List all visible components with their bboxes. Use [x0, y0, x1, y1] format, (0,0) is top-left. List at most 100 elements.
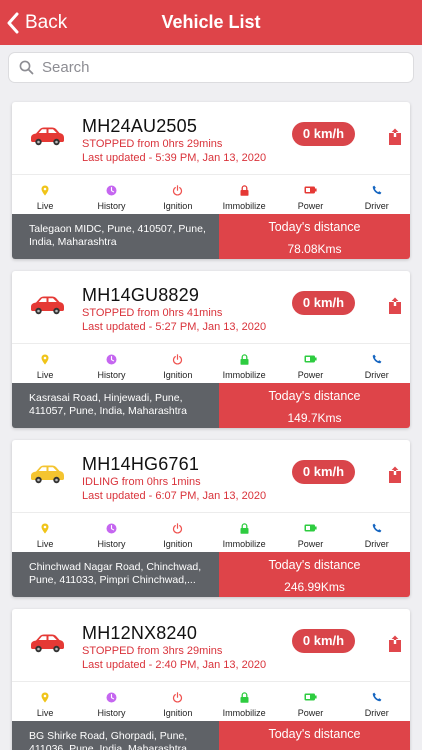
action-label-immobilize: Immobilize: [222, 370, 266, 380]
ignition-button[interactable]: Ignition: [145, 682, 211, 721]
action-label-history: History: [97, 370, 126, 380]
action-bar: Live History Ignition Immobilize Power D…: [12, 174, 410, 214]
lock-icon: [240, 691, 249, 703]
immobilize-button[interactable]: Immobilize: [211, 344, 277, 383]
distance-label: Today's distance: [268, 727, 361, 741]
history-button[interactable]: History: [78, 682, 144, 721]
immobilize-button[interactable]: Immobilize: [211, 513, 277, 552]
driver-button[interactable]: Driver: [344, 513, 410, 552]
action-label-ignition: Ignition: [163, 201, 193, 211]
vehicle-card[interactable]: MH14GU8829 STOPPED from 0hrs 41mins Last…: [12, 271, 410, 428]
history-icon: [106, 353, 117, 365]
distance-value: 78.08Kms: [287, 242, 342, 256]
action-label-immobilize: Immobilize: [222, 539, 266, 549]
action-label-driver: Driver: [364, 370, 389, 380]
location-pin-icon: [41, 184, 49, 196]
battery-icon: [304, 522, 317, 534]
lock-icon: [240, 522, 249, 534]
driver-button[interactable]: Driver: [344, 682, 410, 721]
card-footer: Chinchwad Nagar Road, Chinchwad, Pune, 4…: [12, 552, 410, 597]
distance-label: Today's distance: [268, 558, 361, 572]
history-button[interactable]: History: [78, 175, 144, 214]
car-icon: [31, 465, 64, 484]
last-updated: Last updated - 6:07 PM, Jan 13, 2020: [82, 490, 267, 502]
action-label-power: Power: [297, 370, 324, 380]
action-bar: Live History Ignition Immobilize Power D…: [12, 512, 410, 552]
location-pin-icon: [41, 353, 49, 365]
history-icon: [106, 691, 117, 703]
share-icon[interactable]: [388, 635, 402, 653]
phone-icon: [372, 184, 382, 196]
car-icon: [31, 296, 64, 315]
lock-icon: [240, 353, 249, 365]
action-label-power: Power: [297, 539, 324, 549]
vehicle-card[interactable]: MH14HG6761 IDLING from 0hrs 1mins Last u…: [12, 440, 410, 597]
vehicle-status: STOPPED from 0hrs 29mins: [82, 138, 223, 150]
ignition-power-icon: [172, 522, 183, 534]
vehicle-card[interactable]: MH12NX8240 STOPPED from 3hrs 29mins Last…: [12, 609, 410, 750]
last-updated: Last updated - 5:39 PM, Jan 13, 2020: [82, 152, 267, 164]
driver-button[interactable]: Driver: [344, 175, 410, 214]
vehicle-card[interactable]: MH24AU2505 STOPPED from 0hrs 29mins Last…: [12, 102, 410, 259]
search-icon: [19, 60, 34, 75]
power-button[interactable]: Power: [277, 682, 343, 721]
ignition-button[interactable]: Ignition: [145, 175, 211, 214]
card-footer: BG Shirke Road, Ghorpadi, Pune, 411036, …: [12, 721, 410, 750]
distance-label: Today's distance: [268, 220, 361, 234]
speed-badge: 0 km/h: [292, 291, 355, 315]
history-icon: [106, 184, 117, 196]
action-label-ignition: Ignition: [163, 708, 193, 718]
history-button[interactable]: History: [78, 513, 144, 552]
vehicle-list: MH24AU2505 STOPPED from 0hrs 29mins Last…: [12, 102, 410, 750]
action-label-ignition: Ignition: [163, 370, 193, 380]
immobilize-button[interactable]: Immobilize: [211, 175, 277, 214]
ignition-power-icon: [172, 691, 183, 703]
search-bar: [0, 45, 422, 90]
power-button[interactable]: Power: [277, 344, 343, 383]
share-icon[interactable]: [388, 297, 402, 315]
last-updated: Last updated - 2:40 PM, Jan 13, 2020: [82, 659, 267, 671]
lock-icon: [240, 184, 249, 196]
action-label-immobilize: Immobilize: [222, 201, 266, 211]
power-button[interactable]: Power: [277, 513, 343, 552]
live-button[interactable]: Live: [12, 513, 78, 552]
distance-value: 149.7Kms: [287, 411, 342, 425]
immobilize-button[interactable]: Immobilize: [211, 682, 277, 721]
nav-bar: Back Vehicle List: [0, 0, 422, 45]
live-button[interactable]: Live: [12, 175, 78, 214]
history-button[interactable]: History: [78, 344, 144, 383]
action-label-power: Power: [297, 201, 324, 211]
phone-icon: [372, 353, 382, 365]
action-label-driver: Driver: [364, 201, 389, 211]
action-label-live: Live: [36, 708, 54, 718]
ignition-power-icon: [172, 184, 183, 196]
distance-panel: Today's distance 149.7Kms: [219, 383, 410, 428]
distance-panel: Today's distance 246.99Kms: [219, 552, 410, 597]
search-box: [8, 52, 414, 83]
ignition-button[interactable]: Ignition: [145, 344, 211, 383]
action-label-immobilize: Immobilize: [222, 708, 266, 718]
driver-button[interactable]: Driver: [344, 344, 410, 383]
share-icon[interactable]: [388, 466, 402, 484]
power-button[interactable]: Power: [277, 175, 343, 214]
live-button[interactable]: Live: [12, 682, 78, 721]
share-icon[interactable]: [388, 128, 402, 146]
vehicle-address: Kasrasai Road, Hinjewadi, Pune, 411057, …: [12, 383, 219, 428]
action-label-power: Power: [297, 708, 324, 718]
phone-icon: [372, 691, 382, 703]
action-label-ignition: Ignition: [163, 539, 193, 549]
distance-label: Today's distance: [268, 389, 361, 403]
vehicle-address: Talegaon MIDC, Pune, 410507, Pune, India…: [12, 214, 219, 259]
vehicle-plate: MH14GU8829: [82, 285, 200, 305]
speed-badge: 0 km/h: [292, 460, 355, 484]
action-bar: Live History Ignition Immobilize Power D…: [12, 681, 410, 721]
vehicle-plate: MH24AU2505: [82, 116, 198, 136]
last-updated: Last updated - 5:27 PM, Jan 13, 2020: [82, 321, 267, 333]
vehicle-status: STOPPED from 3hrs 29mins: [82, 645, 223, 657]
action-label-history: History: [97, 201, 126, 211]
ignition-button[interactable]: Ignition: [145, 513, 211, 552]
search-input[interactable]: [42, 59, 382, 76]
action-label-history: History: [97, 539, 126, 549]
vehicle-plate: MH14HG6761: [82, 454, 200, 474]
live-button[interactable]: Live: [12, 344, 78, 383]
